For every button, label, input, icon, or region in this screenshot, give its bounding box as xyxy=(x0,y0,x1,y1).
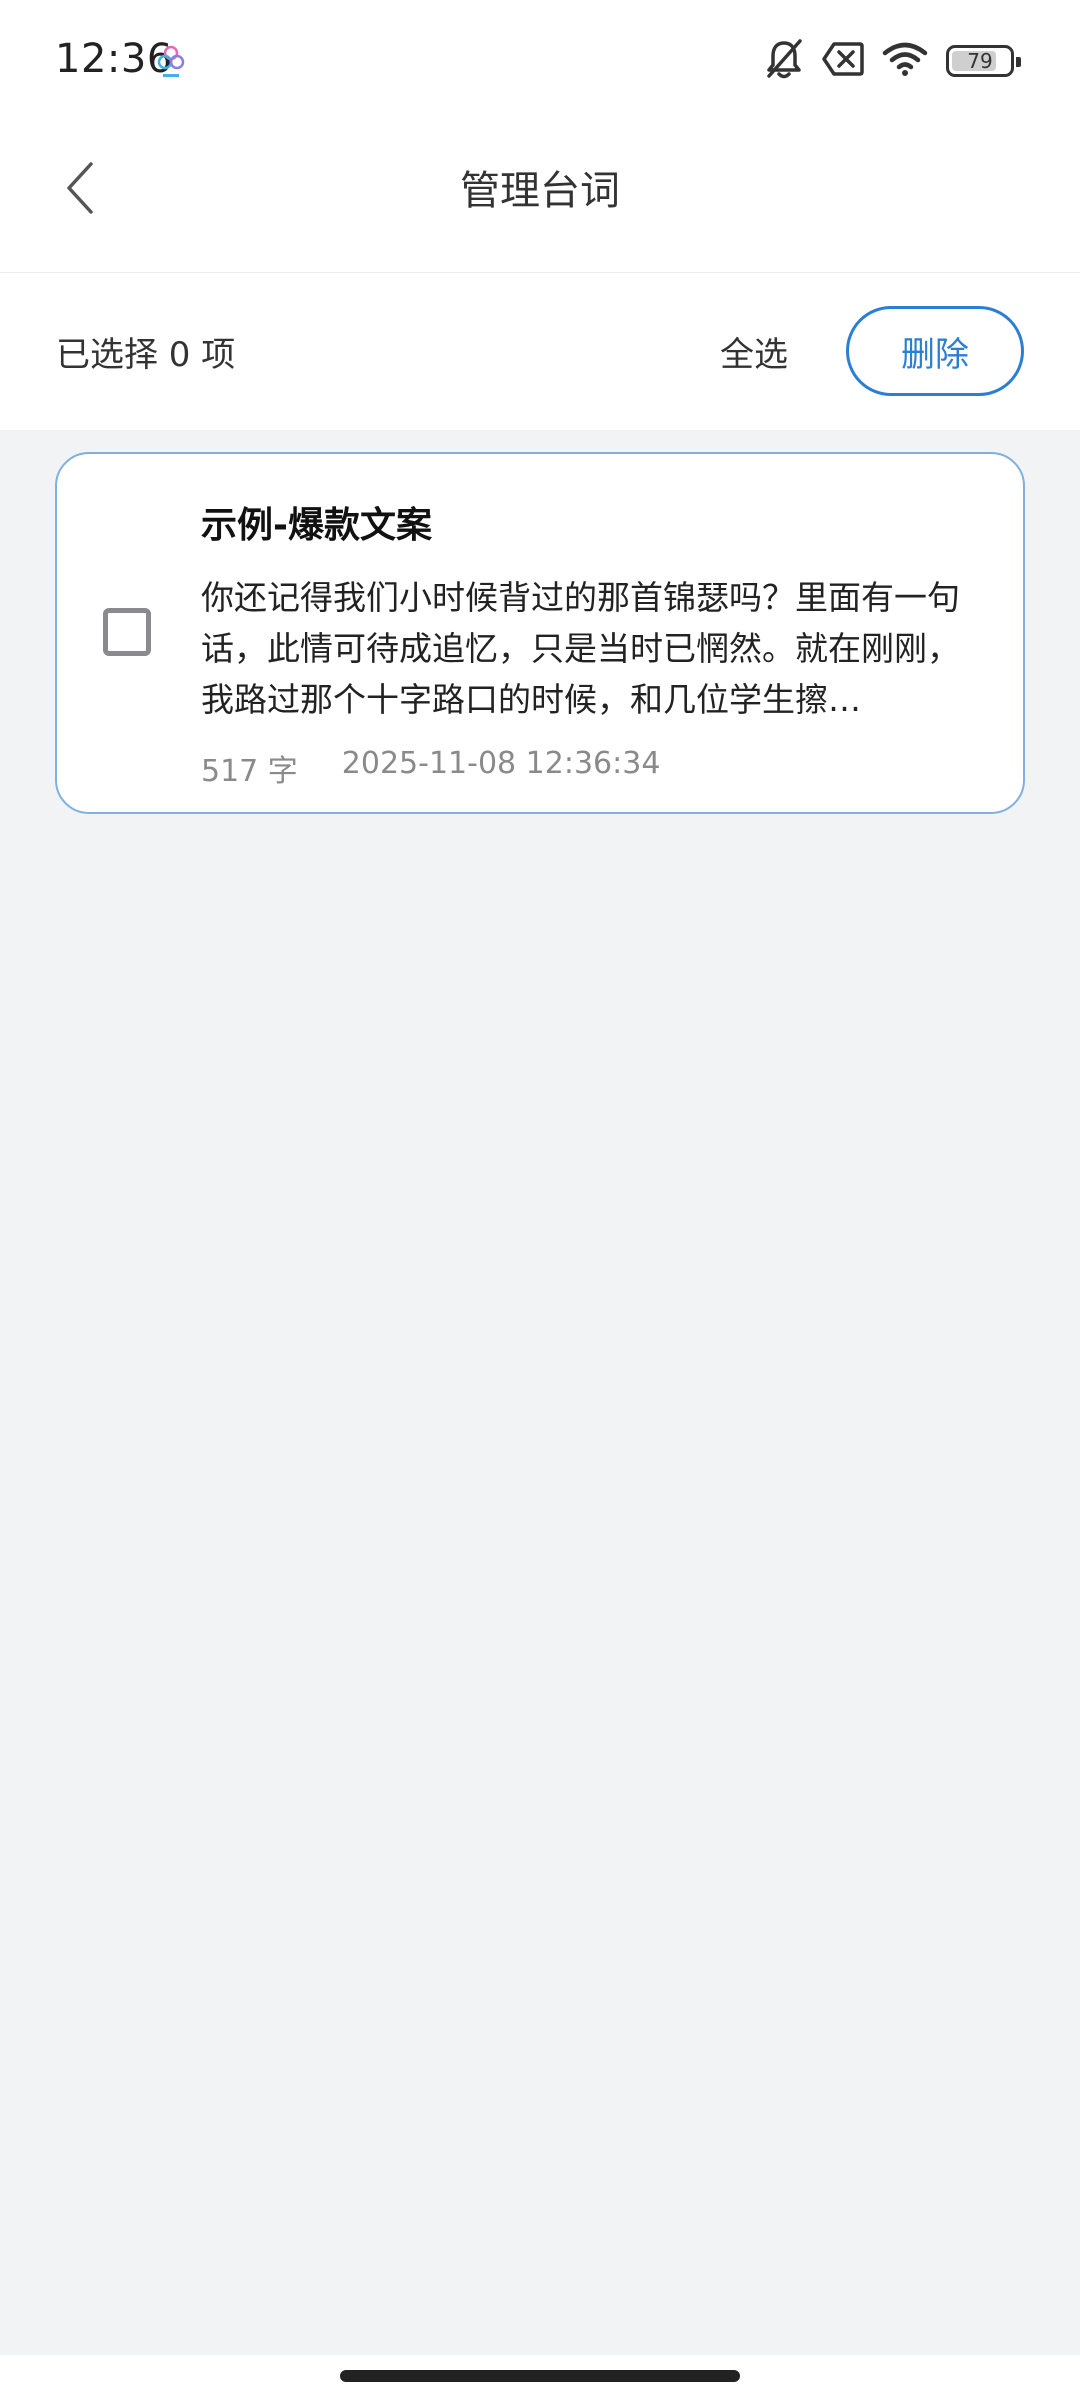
status-icons: 79 xyxy=(764,38,1021,84)
battery-tip xyxy=(1016,57,1021,67)
card-title: 示例-爆款文案 xyxy=(201,505,432,546)
card-preview-text: 你还记得我们小时候背过的那首锦瑟吗？里面有一句话，此情可待成追忆，只是当时已惘然… xyxy=(201,578,960,719)
battery-percentage: 79 xyxy=(967,49,993,73)
app-notification-icon xyxy=(155,44,187,80)
status-bar: 12:36 79 xyxy=(0,0,1080,120)
selection-toolbar: 已选择 0 项 全选 删除 xyxy=(0,273,1080,430)
mute-bell-icon xyxy=(764,38,804,84)
delete-button[interactable]: 删除 xyxy=(846,306,1024,396)
word-count: 517 字 xyxy=(201,754,298,789)
home-indicator[interactable] xyxy=(340,2370,740,2382)
script-card[interactable]: 示例-爆款文案 你还记得我们小时候背过的那首锦瑟吗？里面有一句话，此情可待成追忆… xyxy=(55,452,1025,814)
nav-bar: 管理台词 xyxy=(0,120,1080,273)
item-checkbox[interactable] xyxy=(103,608,151,656)
battery-icon: 79 xyxy=(946,45,1021,77)
no-sim-icon xyxy=(822,41,864,81)
timestamp: 2025-11-08 12:36:34 xyxy=(341,746,661,781)
card-meta: 517 字 2025-11-08 12:36:34 xyxy=(201,746,660,790)
select-all-button[interactable]: 全选 xyxy=(720,327,788,376)
page-title: 管理台词 xyxy=(460,168,620,214)
wifi-icon xyxy=(882,41,928,81)
selected-count-label: 已选择 0 项 xyxy=(56,335,236,375)
